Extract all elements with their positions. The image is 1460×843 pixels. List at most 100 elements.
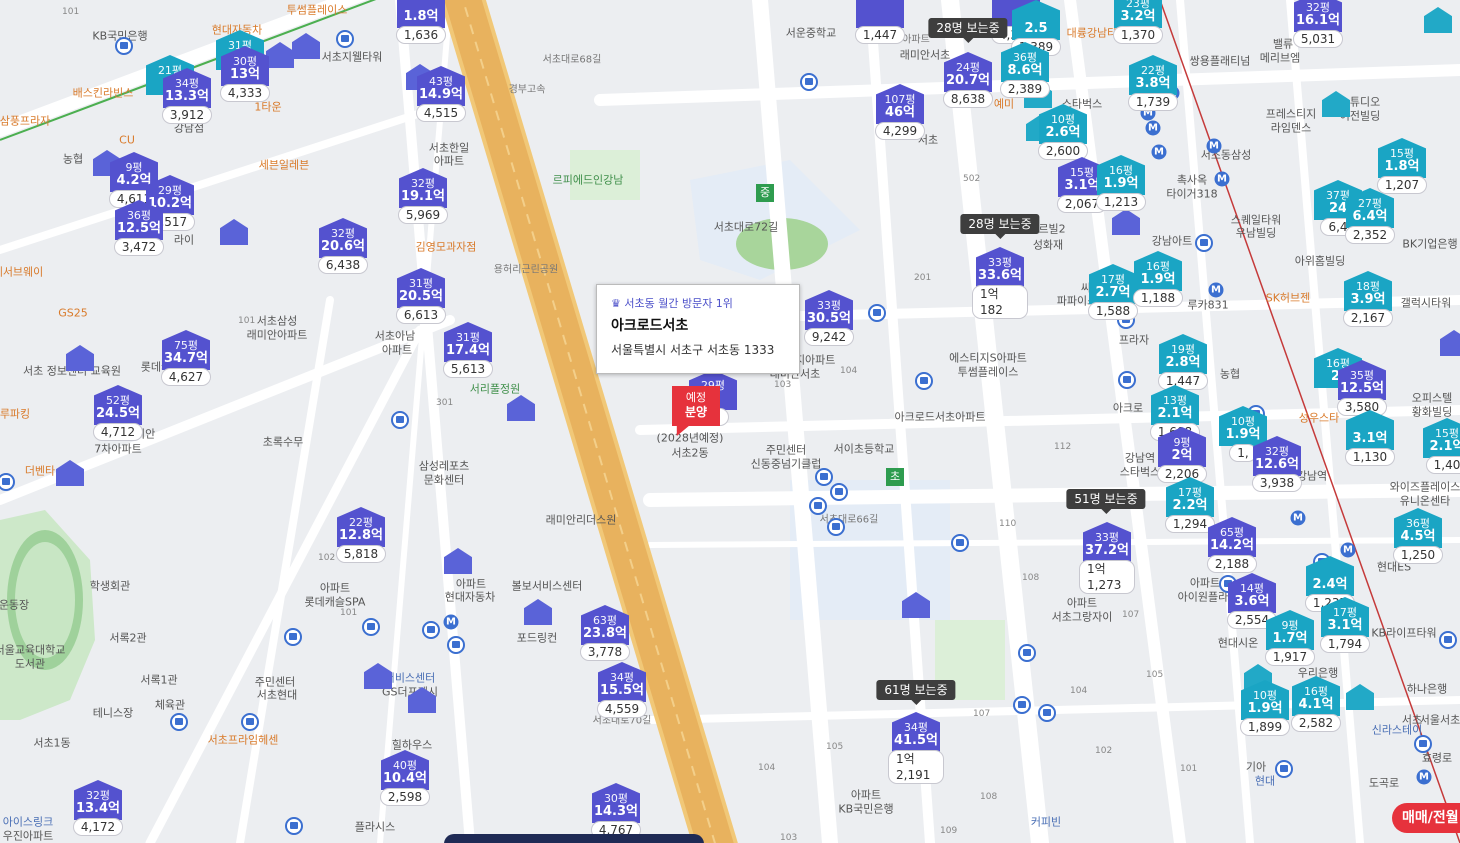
- price-marker[interactable]: 15평 2.1억 1,40: [1419, 418, 1460, 474]
- price-marker[interactable]: 107평 46억 4,299: [872, 84, 928, 140]
- price-marker[interactable]: 9평 1.7억 1,917: [1262, 610, 1318, 666]
- marker-size: 17평: [1177, 486, 1203, 499]
- marker-listing-count: 1,739: [1127, 93, 1179, 111]
- trade-type-button[interactable]: 매매/전월: [1392, 803, 1460, 833]
- price-marker[interactable]: 34평 13.3억 3,912: [159, 68, 215, 124]
- bus-stop-icon[interactable]: [362, 618, 380, 636]
- price-marker[interactable]: 30평 14.3억 4,767: [588, 783, 644, 839]
- price-marker[interactable]: 40평 10.4억 2,598: [377, 750, 433, 806]
- subway-station-icon[interactable]: M: [1206, 138, 1222, 154]
- price-marker[interactable]: 34평 41.5억 1억2,191: [888, 712, 944, 784]
- bus-stop-icon[interactable]: [284, 628, 302, 646]
- complex-popup[interactable]: ♛ 서초동 월간 방문자 1위 아크로드서초 서울특별시 서초구 서초동 133…: [596, 284, 800, 374]
- bus-stop-icon[interactable]: [170, 713, 188, 731]
- marker-size: 9평: [1281, 619, 1299, 632]
- bus-stop-icon[interactable]: [285, 817, 303, 835]
- price-marker[interactable]: 36평 4.5억 1,250: [1390, 508, 1446, 564]
- bus-stop-icon[interactable]: [115, 37, 133, 55]
- bus-stop-icon[interactable]: [241, 713, 259, 731]
- marker-size: 32평: [410, 177, 436, 190]
- price-marker[interactable]: 30평 13억 4,333: [217, 46, 273, 102]
- bus-stop-icon[interactable]: [1038, 704, 1056, 722]
- bus-stop-icon[interactable]: [447, 636, 465, 654]
- price-marker[interactable]: 9평 2억 2,206: [1154, 427, 1210, 483]
- price-marker[interactable]: 18평 3.9억 2,167: [1340, 271, 1396, 327]
- bus-stop-icon[interactable]: [800, 73, 818, 91]
- bus-stop-icon[interactable]: [1018, 644, 1036, 662]
- bus-stop-icon[interactable]: [915, 372, 933, 390]
- map-canvas[interactable]: 101 101 301 102 101 502 201 203 103 104 …: [0, 0, 1460, 843]
- price-marker[interactable]: 32평 16.1억 5,031: [1290, 0, 1346, 48]
- bus-stop-icon[interactable]: [336, 30, 354, 48]
- bus-stop-icon[interactable]: [868, 304, 886, 322]
- subway-station-icon[interactable]: M: [1145, 120, 1161, 136]
- price-marker[interactable]: 32평 12.6억 3,938: [1249, 436, 1305, 492]
- price-marker[interactable]: 33평 37.2억 1억1,273: [1079, 522, 1135, 594]
- bus-stop-icon[interactable]: [1013, 696, 1031, 714]
- price-marker[interactable]: 63평 23.8억 3,778: [577, 605, 633, 661]
- price-marker[interactable]: 36평 12.5억 3,472: [111, 200, 167, 256]
- marker-listing-count: 1억2,191: [888, 750, 944, 784]
- price-marker[interactable]: 1,447: [852, 0, 908, 44]
- price-marker[interactable]: 10평 1.9억 1,899: [1237, 680, 1293, 736]
- popup-name: 아크로드서초: [611, 318, 689, 334]
- subway-station-icon[interactable]: M: [1290, 510, 1306, 526]
- bus-stop-icon[interactable]: [809, 497, 827, 515]
- price-marker-body: 30평 14.3억: [592, 783, 640, 823]
- price-marker[interactable]: 3.1억 1,130: [1342, 410, 1398, 466]
- price-marker[interactable]: 16평 4.1억 2,582: [1288, 676, 1344, 732]
- subway-station-icon[interactable]: M: [1416, 769, 1432, 785]
- bus-stop-icon[interactable]: [1195, 234, 1213, 252]
- subway-station-icon[interactable]: M: [1151, 144, 1167, 160]
- bus-stop-icon[interactable]: [815, 468, 833, 486]
- bus-stop-icon[interactable]: [827, 518, 845, 536]
- price-marker[interactable]: 31평 17.4억 5,613: [440, 322, 496, 378]
- price-marker[interactable]: 65평 14.2억 2,188: [1204, 517, 1260, 573]
- price-marker[interactable]: 1.8억 1,636: [393, 0, 449, 44]
- price-marker[interactable]: 32평 20.6억 6,438: [315, 218, 371, 274]
- subway-station-icon[interactable]: M: [1208, 282, 1224, 298]
- price-marker[interactable]: 32평 19.1억 5,969: [395, 168, 451, 224]
- bus-stop-icon[interactable]: [1118, 371, 1136, 389]
- price-marker[interactable]: 24평 20.7억 8,638: [940, 52, 996, 108]
- marker-size: 43평: [428, 75, 454, 88]
- subway-station-icon[interactable]: M: [443, 614, 459, 630]
- price-marker[interactable]: 35평 12.5억 3,580: [1334, 360, 1390, 416]
- price-marker-body: 34평 13.3억: [163, 68, 211, 108]
- price-marker[interactable]: 27평 6.4억 2,352: [1342, 188, 1398, 244]
- bus-stop-icon[interactable]: [951, 534, 969, 552]
- price-marker[interactable]: 17평 3.1억 1,794: [1317, 597, 1373, 653]
- marker-price: 3.1억: [1352, 431, 1388, 446]
- price-marker[interactable]: 34평 15.5억 4,559: [594, 662, 650, 718]
- price-marker[interactable]: 22평 3.8억 1,739: [1125, 55, 1181, 111]
- bus-stop-icon[interactable]: [391, 411, 409, 429]
- marker-size: 22평: [1140, 64, 1166, 77]
- bus-stop-icon[interactable]: [1414, 735, 1432, 753]
- price-marker[interactable]: 22평 12.8억 5,818: [333, 507, 389, 563]
- marker-size: 32평: [330, 227, 356, 240]
- price-marker[interactable]: 32평 13.4억 4,172: [70, 780, 126, 836]
- price-marker[interactable]: 52평 24.5억 4,712: [90, 385, 146, 441]
- marker-listing-count: 5,613: [442, 360, 494, 378]
- marker-price: 2.4억: [1312, 577, 1348, 592]
- bus-stop-icon[interactable]: [830, 483, 848, 501]
- price-marker[interactable]: 23평 3.2억 1,370: [1110, 0, 1166, 44]
- subway-station-icon[interactable]: M: [1214, 171, 1230, 187]
- price-marker[interactable]: 43평 14.9억 4,515: [413, 66, 469, 122]
- price-marker[interactable]: 16평 1.9억 1,188: [1130, 251, 1186, 307]
- price-marker[interactable]: 31평 20.5억 6,613: [393, 268, 449, 324]
- price-marker[interactable]: 10평 2.6억 2,600: [1035, 104, 1091, 160]
- marker-listing-count: 1,899: [1239, 718, 1291, 736]
- price-marker[interactable]: 15평 1.8억 1,207: [1374, 138, 1430, 194]
- price-marker[interactable]: 75평 34.7억 4,627: [158, 330, 214, 386]
- price-marker[interactable]: 19평 2.8억 1,447: [1155, 334, 1211, 390]
- price-marker[interactable]: 16평 1.9억 1,213: [1093, 155, 1149, 211]
- price-marker[interactable]: 33평 33.6억 1억182: [972, 247, 1028, 319]
- bus-stop-icon[interactable]: [422, 621, 440, 639]
- bus-stop-icon[interactable]: [1275, 760, 1293, 778]
- price-marker[interactable]: 33평 30.5억 9,242: [801, 290, 857, 346]
- bus-stop-icon[interactable]: [1439, 631, 1457, 649]
- presale-type: 분양: [684, 405, 708, 419]
- bottom-panel-handle[interactable]: [444, 834, 704, 843]
- price-marker[interactable]: 36평 8.6억 2,389: [997, 42, 1053, 98]
